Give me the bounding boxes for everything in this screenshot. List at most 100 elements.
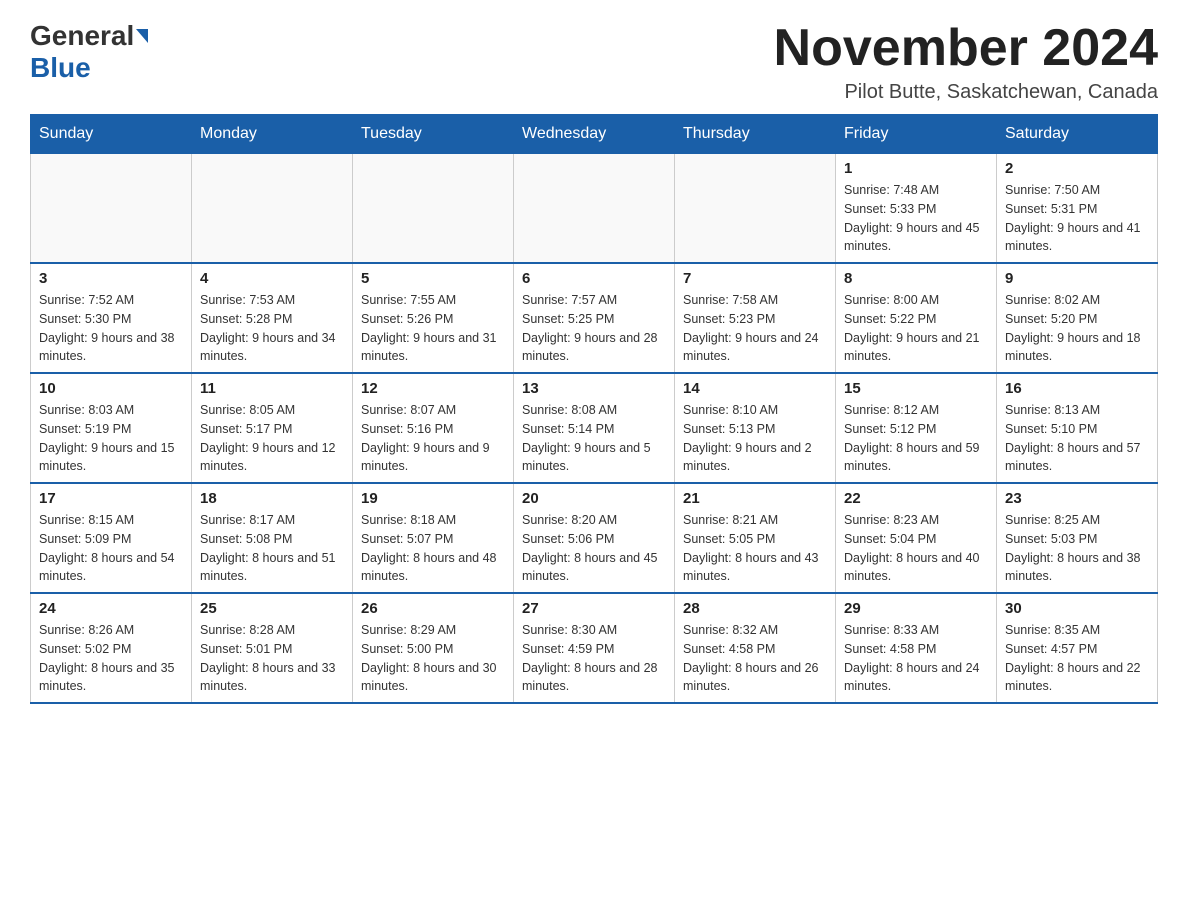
day-number: 3 (39, 270, 183, 287)
day-number: 14 (683, 380, 827, 397)
day-number: 4 (200, 270, 344, 287)
day-number: 9 (1005, 270, 1149, 287)
week-row-4: 17 Sunrise: 8:15 AM Sunset: 5:09 PM Dayli… (31, 483, 1158, 593)
day-number: 27 (522, 600, 666, 617)
day-number: 11 (200, 380, 344, 397)
day-cell: 20 Sunrise: 8:20 AM Sunset: 5:06 PM Dayli… (514, 483, 675, 593)
day-number: 8 (844, 270, 988, 287)
day-cell: 28 Sunrise: 8:32 AM Sunset: 4:58 PM Dayli… (675, 593, 836, 703)
day-info: Sunrise: 8:35 AM Sunset: 4:57 PM Dayligh… (1005, 621, 1149, 696)
day-cell (192, 154, 353, 264)
day-cell: 11 Sunrise: 8:05 AM Sunset: 5:17 PM Dayli… (192, 373, 353, 483)
day-cell: 6Sunrise: 7:57 AM Sunset: 5:25 PM Daylig… (514, 263, 675, 373)
day-cell: 7Sunrise: 7:58 AM Sunset: 5:23 PM Daylig… (675, 263, 836, 373)
day-cell: 10 Sunrise: 8:03 AM Sunset: 5:19 PM Dayli… (31, 373, 192, 483)
day-info: Sunrise: 8:10 AM Sunset: 5:13 PM Dayligh… (683, 401, 827, 476)
day-info: Sunrise: 8:20 AM Sunset: 5:06 PM Dayligh… (522, 511, 666, 586)
day-info: Sunrise: 8:33 AM Sunset: 4:58 PM Dayligh… (844, 621, 988, 696)
day-info: Sunrise: 8:28 AM Sunset: 5:01 PM Dayligh… (200, 621, 344, 696)
day-info: Sunrise: 7:48 AM Sunset: 5:33 PM Dayligh… (844, 181, 988, 256)
week-row-3: 10 Sunrise: 8:03 AM Sunset: 5:19 PM Dayli… (31, 373, 1158, 483)
day-number: 15 (844, 380, 988, 397)
day-number: 2 (1005, 160, 1149, 177)
day-info: Sunrise: 8:02 AM Sunset: 5:20 PM Dayligh… (1005, 291, 1149, 366)
day-number: 24 (39, 600, 183, 617)
day-info: Sunrise: 8:03 AM Sunset: 5:19 PM Dayligh… (39, 401, 183, 476)
day-info: Sunrise: 7:57 AM Sunset: 5:25 PM Dayligh… (522, 291, 666, 366)
week-row-5: 24 Sunrise: 8:26 AM Sunset: 5:02 PM Dayli… (31, 593, 1158, 703)
week-row-2: 3Sunrise: 7:52 AM Sunset: 5:30 PM Daylig… (31, 263, 1158, 373)
day-info: Sunrise: 8:05 AM Sunset: 5:17 PM Dayligh… (200, 401, 344, 476)
day-info: Sunrise: 8:17 AM Sunset: 5:08 PM Dayligh… (200, 511, 344, 586)
day-cell: 26 Sunrise: 8:29 AM Sunset: 5:00 PM Dayli… (353, 593, 514, 703)
day-info: Sunrise: 8:00 AM Sunset: 5:22 PM Dayligh… (844, 291, 988, 366)
day-info: Sunrise: 8:26 AM Sunset: 5:02 PM Dayligh… (39, 621, 183, 696)
day-cell (353, 154, 514, 264)
day-info: Sunrise: 7:58 AM Sunset: 5:23 PM Dayligh… (683, 291, 827, 366)
header-cell-tuesday: Tuesday (353, 115, 514, 154)
header-cell-sunday: Sunday (31, 115, 192, 154)
day-number: 28 (683, 600, 827, 617)
calendar-header: SundayMondayTuesdayWednesdayThursdayFrid… (31, 115, 1158, 154)
day-info: Sunrise: 8:30 AM Sunset: 4:59 PM Dayligh… (522, 621, 666, 696)
day-cell: 5 Sunrise: 7:55 AM Sunset: 5:26 PM Daylig… (353, 263, 514, 373)
day-cell: 3Sunrise: 7:52 AM Sunset: 5:30 PM Daylig… (31, 263, 192, 373)
day-number: 1 (844, 160, 988, 177)
day-cell: 25 Sunrise: 8:28 AM Sunset: 5:01 PM Dayli… (192, 593, 353, 703)
day-number: 13 (522, 380, 666, 397)
title-section: November 2024 Pilot Butte, Saskatchewan,… (774, 20, 1158, 104)
day-number: 17 (39, 490, 183, 507)
location: Pilot Butte, Saskatchewan, Canada (774, 81, 1158, 104)
header-cell-thursday: Thursday (675, 115, 836, 154)
day-info: Sunrise: 8:21 AM Sunset: 5:05 PM Dayligh… (683, 511, 827, 586)
day-cell: 29Sunrise: 8:33 AM Sunset: 4:58 PM Dayli… (836, 593, 997, 703)
day-cell: 19 Sunrise: 8:18 AM Sunset: 5:07 PM Dayli… (353, 483, 514, 593)
day-cell: 30 Sunrise: 8:35 AM Sunset: 4:57 PM Dayli… (997, 593, 1158, 703)
day-info: Sunrise: 8:29 AM Sunset: 5:00 PM Dayligh… (361, 621, 505, 696)
day-info: Sunrise: 7:55 AM Sunset: 5:26 PM Dayligh… (361, 291, 505, 366)
day-info: Sunrise: 8:25 AM Sunset: 5:03 PM Dayligh… (1005, 511, 1149, 586)
day-cell: 9 Sunrise: 8:02 AM Sunset: 5:20 PM Daylig… (997, 263, 1158, 373)
day-cell: 15Sunrise: 8:12 AM Sunset: 5:12 PM Dayli… (836, 373, 997, 483)
day-info: Sunrise: 8:23 AM Sunset: 5:04 PM Dayligh… (844, 511, 988, 586)
day-cell: 2 Sunrise: 7:50 AM Sunset: 5:31 PM Daylig… (997, 154, 1158, 264)
header-row: SundayMondayTuesdayWednesdayThursdayFrid… (31, 115, 1158, 154)
day-info: Sunrise: 8:32 AM Sunset: 4:58 PM Dayligh… (683, 621, 827, 696)
day-number: 5 (361, 270, 505, 287)
day-cell: 17 Sunrise: 8:15 AM Sunset: 5:09 PM Dayli… (31, 483, 192, 593)
logo-blue: Blue (30, 52, 91, 83)
day-number: 19 (361, 490, 505, 507)
day-cell: 22 Sunrise: 8:23 AM Sunset: 5:04 PM Dayli… (836, 483, 997, 593)
day-number: 30 (1005, 600, 1149, 617)
logo-general: General (30, 20, 134, 52)
day-number: 23 (1005, 490, 1149, 507)
month-title: November 2024 (774, 20, 1158, 77)
day-number: 21 (683, 490, 827, 507)
day-cell: 1 Sunrise: 7:48 AM Sunset: 5:33 PM Daylig… (836, 154, 997, 264)
day-number: 20 (522, 490, 666, 507)
calendar-body: 1 Sunrise: 7:48 AM Sunset: 5:33 PM Daylig… (31, 154, 1158, 704)
day-cell: 13 Sunrise: 8:08 AM Sunset: 5:14 PM Dayli… (514, 373, 675, 483)
header-cell-saturday: Saturday (997, 115, 1158, 154)
logo: General Blue (30, 20, 148, 84)
day-cell: 12 Sunrise: 8:07 AM Sunset: 5:16 PM Dayli… (353, 373, 514, 483)
day-info: Sunrise: 7:53 AM Sunset: 5:28 PM Dayligh… (200, 291, 344, 366)
day-info: Sunrise: 8:15 AM Sunset: 5:09 PM Dayligh… (39, 511, 183, 586)
day-info: Sunrise: 8:18 AM Sunset: 5:07 PM Dayligh… (361, 511, 505, 586)
day-number: 22 (844, 490, 988, 507)
day-info: Sunrise: 7:50 AM Sunset: 5:31 PM Dayligh… (1005, 181, 1149, 256)
day-cell: 4 Sunrise: 7:53 AM Sunset: 5:28 PM Daylig… (192, 263, 353, 373)
day-cell: 23 Sunrise: 8:25 AM Sunset: 5:03 PM Dayli… (997, 483, 1158, 593)
calendar-table: SundayMondayTuesdayWednesdayThursdayFrid… (30, 114, 1158, 704)
day-number: 25 (200, 600, 344, 617)
day-cell (675, 154, 836, 264)
day-number: 10 (39, 380, 183, 397)
day-info: Sunrise: 8:08 AM Sunset: 5:14 PM Dayligh… (522, 401, 666, 476)
day-number: 12 (361, 380, 505, 397)
day-number: 26 (361, 600, 505, 617)
day-number: 18 (200, 490, 344, 507)
day-info: Sunrise: 8:07 AM Sunset: 5:16 PM Dayligh… (361, 401, 505, 476)
day-cell: 21 Sunrise: 8:21 AM Sunset: 5:05 PM Dayli… (675, 483, 836, 593)
day-number: 16 (1005, 380, 1149, 397)
header-cell-wednesday: Wednesday (514, 115, 675, 154)
